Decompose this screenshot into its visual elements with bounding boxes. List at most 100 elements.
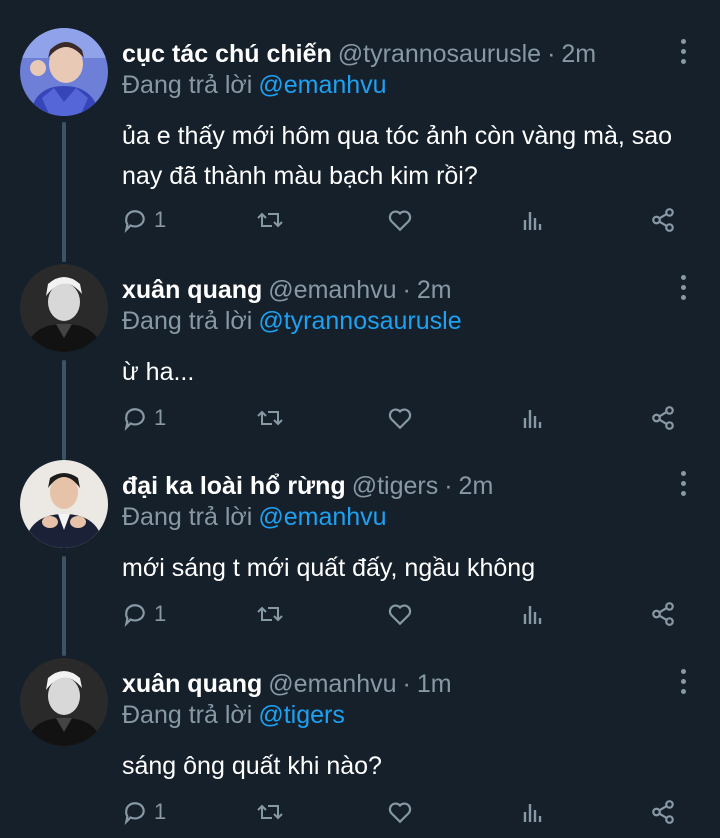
user-handle[interactable]: @emanhvu — [268, 670, 396, 699]
analytics-button[interactable] — [520, 400, 544, 436]
tweet-header: xuân quang @emanhvu · 1m — [122, 666, 660, 702]
tweet-header: cục tác chú chiến @tyrannosaurusle · 2m — [122, 36, 660, 72]
analytics-icon — [523, 212, 542, 230]
retweet-icon — [257, 410, 283, 426]
retweet-icon — [257, 606, 283, 622]
mention-link[interactable]: @tyrannosaurusle — [258, 307, 461, 335]
reply-count: 1 — [154, 601, 167, 626]
heart-icon — [388, 408, 412, 430]
separator-dot: · — [402, 669, 411, 698]
replying-to: Đang trả lời @tyrannosaurusle — [122, 304, 462, 338]
reply-count: 1 — [154, 405, 167, 430]
analytics-button[interactable] — [520, 794, 544, 830]
tweet[interactable]: đại ka loài hổ rừng @tigers · 2m Đang tr… — [0, 460, 720, 648]
avatar-mono-portrait-icon — [20, 264, 108, 352]
share-icon — [652, 208, 674, 232]
tweet-text: ừ ha... — [122, 358, 195, 386]
retweet-button[interactable] — [256, 596, 284, 632]
tweet-header: xuân quang @emanhvu · 2m — [122, 272, 660, 308]
timestamp[interactable]: 2m — [561, 40, 596, 69]
heart-icon — [388, 802, 412, 824]
separator-dot: · — [547, 39, 556, 68]
tweet-actions: 1 — [122, 596, 682, 632]
share-button[interactable] — [650, 202, 676, 238]
avatar-blue-portrait-icon — [20, 28, 108, 116]
reply-button[interactable]: 1 — [122, 400, 166, 436]
reply-button[interactable]: 1 — [122, 202, 166, 238]
avatar[interactable] — [20, 264, 108, 352]
display-name[interactable]: cục tác chú chiến — [122, 40, 332, 69]
more-options-icon[interactable] — [676, 272, 690, 302]
like-button[interactable] — [387, 596, 413, 632]
avatar-mono-portrait-icon — [20, 658, 108, 746]
share-button[interactable] — [650, 400, 676, 436]
reply-icon — [124, 604, 145, 627]
retweet-button[interactable] — [256, 400, 284, 436]
timestamp[interactable]: 1m — [417, 670, 452, 699]
retweet-button[interactable] — [256, 794, 284, 830]
tweet[interactable]: cục tác chú chiến @tyrannosaurusle · 2m … — [0, 28, 720, 246]
replying-to-label: Đang trả lời — [122, 71, 253, 99]
tweet-text: mới sáng t mới quất đấy, ngầu không — [122, 554, 536, 582]
tweet-actions: 1 — [122, 202, 682, 238]
reply-icon — [124, 210, 145, 233]
tweet-text: ủa e thấy mới hôm qua tóc ảnh còn vàng m… — [122, 122, 673, 190]
display-name[interactable]: xuân quang — [122, 276, 262, 305]
more-options-icon[interactable] — [676, 36, 690, 66]
more-options-icon[interactable] — [676, 468, 690, 498]
mention-link[interactable]: @emanhvu — [258, 503, 386, 531]
tweet-actions: 1 — [122, 400, 682, 436]
share-button[interactable] — [650, 596, 676, 632]
reply-icon — [124, 802, 145, 825]
user-handle[interactable]: @emanhvu — [268, 276, 396, 305]
timestamp[interactable]: 2m — [417, 276, 452, 305]
replying-to-label: Đang trả lời — [122, 701, 253, 729]
reply-button[interactable]: 1 — [122, 794, 166, 830]
reply-icon — [124, 408, 145, 431]
like-button[interactable] — [387, 202, 413, 238]
display-name[interactable]: đại ka loài hổ rừng — [122, 472, 346, 501]
mention-link[interactable]: @emanhvu — [258, 71, 386, 99]
heart-icon — [388, 210, 412, 232]
replying-to-label: Đang trả lời — [122, 503, 253, 531]
avatar[interactable] — [20, 460, 108, 548]
reply-count: 1 — [154, 799, 167, 824]
reply-count: 1 — [154, 207, 167, 232]
avatar-suit-portrait-icon — [20, 460, 108, 548]
avatar[interactable] — [20, 28, 108, 116]
replying-to: Đang trả lời @emanhvu — [122, 68, 387, 102]
replying-to: Đang trả lời @emanhvu — [122, 500, 387, 534]
tweet-actions: 1 — [122, 794, 682, 830]
user-handle[interactable]: @tigers — [352, 472, 439, 501]
mention-link[interactable]: @tigers — [258, 701, 345, 729]
replying-to-label: Đang trả lời — [122, 307, 253, 335]
share-icon — [652, 800, 674, 824]
replying-to: Đang trả lời @tigers — [122, 698, 345, 732]
share-button[interactable] — [650, 794, 676, 830]
tweet[interactable]: xuân quang @emanhvu · 2m Đang trả lời @ty… — [0, 264, 720, 452]
tweet[interactable]: xuân quang @emanhvu · 1m Đang trả lời @ti… — [0, 658, 720, 838]
timestamp[interactable]: 2m — [459, 472, 494, 501]
retweet-icon — [257, 212, 283, 228]
analytics-button[interactable] — [520, 596, 544, 632]
separator-dot: · — [402, 275, 411, 304]
share-icon — [652, 406, 674, 430]
reply-button[interactable]: 1 — [122, 596, 166, 632]
analytics-icon — [523, 410, 542, 428]
avatar[interactable] — [20, 658, 108, 746]
analytics-button[interactable] — [520, 202, 544, 238]
analytics-icon — [523, 804, 542, 822]
more-options-icon[interactable] — [676, 666, 690, 696]
user-handle[interactable]: @tyrannosaurusle — [338, 40, 541, 69]
separator-dot: · — [444, 471, 453, 500]
retweet-icon — [257, 804, 283, 820]
analytics-icon — [523, 606, 542, 624]
like-button[interactable] — [387, 794, 413, 830]
share-icon — [652, 602, 674, 626]
like-button[interactable] — [387, 400, 413, 436]
tweet-header: đại ka loài hổ rừng @tigers · 2m — [122, 468, 660, 504]
tweet-text: sáng ông quất khi nào? — [122, 752, 382, 780]
display-name[interactable]: xuân quang — [122, 670, 262, 699]
retweet-button[interactable] — [256, 202, 284, 238]
heart-icon — [388, 604, 412, 626]
